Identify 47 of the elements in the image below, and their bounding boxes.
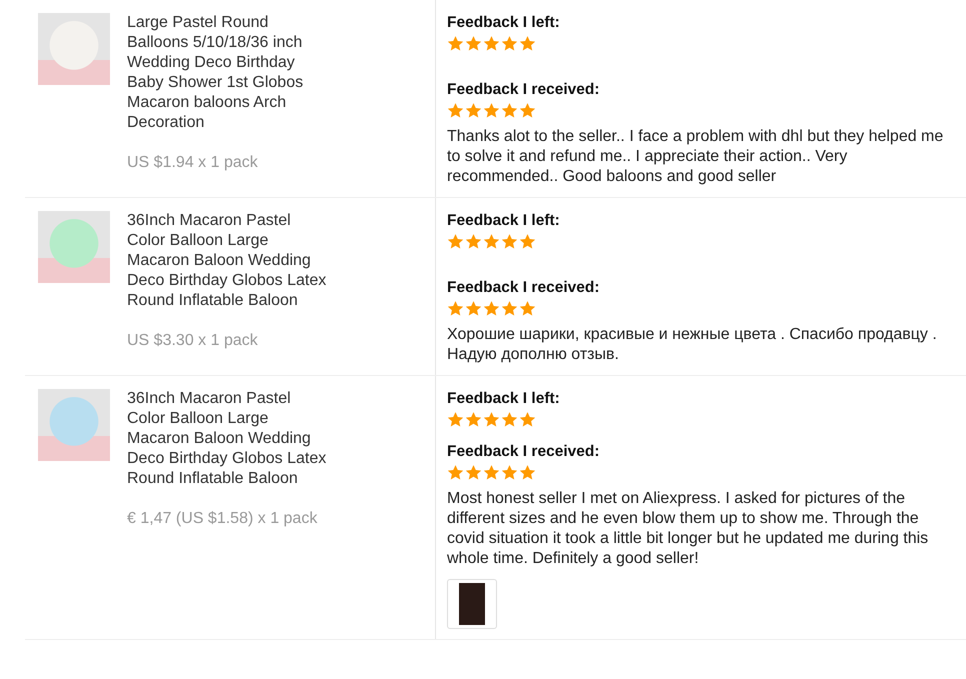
star-icon bbox=[465, 35, 482, 52]
product-title: 36Inch Macaron Pastel Color Balloon Large Macaron Baloon Wedding Deco Birthday Globos Latex Round Inflatable Baloon bbox=[127, 211, 328, 311]
star-icon bbox=[501, 233, 518, 250]
star-icon bbox=[483, 35, 500, 52]
star-icon bbox=[501, 35, 518, 52]
star-icon bbox=[501, 300, 518, 317]
star-icon bbox=[501, 464, 518, 481]
product-price: € 1,47 (US $1.58) x 1 pack bbox=[127, 509, 318, 529]
product-price: US $1.94 x 1 pack bbox=[127, 153, 259, 173]
product-price: US $3.30 x 1 pack bbox=[127, 331, 259, 351]
product-title: 36Inch Macaron Pastel Color Balloon Large Macaron Baloon Wedding Deco Birthday Globos Latex Round Inflatable Baloon bbox=[127, 389, 328, 489]
star-icon bbox=[519, 300, 536, 317]
star-icon bbox=[465, 300, 482, 317]
photo-placeholder bbox=[459, 583, 485, 625]
star-icon bbox=[447, 300, 464, 317]
star-icon bbox=[519, 35, 536, 52]
feedback-label: Feedback I left: bbox=[447, 211, 561, 231]
feedback-label: Feedback I left: bbox=[447, 389, 561, 409]
star-icon bbox=[483, 300, 500, 317]
feedback-label: Feedback I received: bbox=[447, 442, 600, 462]
star-icon bbox=[447, 411, 464, 428]
star-icon bbox=[465, 411, 482, 428]
feedback-label: Feedback I left: bbox=[447, 13, 561, 33]
star-icon bbox=[519, 102, 536, 119]
feedback-label: Feedback I received: bbox=[447, 278, 600, 298]
star-icon bbox=[447, 35, 464, 52]
attachment-thumbnail[interactable] bbox=[447, 579, 497, 629]
star-icon bbox=[483, 233, 500, 250]
star-icon bbox=[483, 464, 500, 481]
star-icon bbox=[465, 233, 482, 250]
product-title: Large Pastel Round Balloons 5/10/18/36 inch Wedding Deco Birthday Baby Shower 1st Globos Macaron baloons Arch Decoration bbox=[127, 13, 304, 133]
star-icon bbox=[483, 102, 500, 119]
feedback-comment: Хорошие шарики, красивые и нежные цвета . Спасибо продавцу . Надую дополню отзыв. bbox=[447, 325, 938, 365]
star-icon bbox=[501, 102, 518, 119]
star-icon bbox=[465, 464, 482, 481]
feedback-comment: Thanks alot to the seller.. I face a problem with dhl but they helped me to solve it and refund me.. I appreciate their action.. Very recommended.. Good baloons and good seller bbox=[447, 127, 944, 187]
feedback-label: Feedback I received: bbox=[447, 80, 600, 100]
feedback-comment: Most honest seller I met on Aliexpress. I asked for pictures of the different sizes and he even blow them up to show me. Through the covid situation it took a little bit longer but he updated me during this whole time. Definitely a good seller! bbox=[447, 489, 930, 569]
star-icon bbox=[519, 233, 536, 250]
star-icon bbox=[483, 411, 500, 428]
star-icon bbox=[519, 464, 536, 481]
star-icon bbox=[519, 411, 536, 428]
star-icon bbox=[447, 464, 464, 481]
star-icon bbox=[447, 233, 464, 250]
star-icon bbox=[465, 102, 482, 119]
star-icon bbox=[447, 102, 464, 119]
star-icon bbox=[501, 411, 518, 428]
